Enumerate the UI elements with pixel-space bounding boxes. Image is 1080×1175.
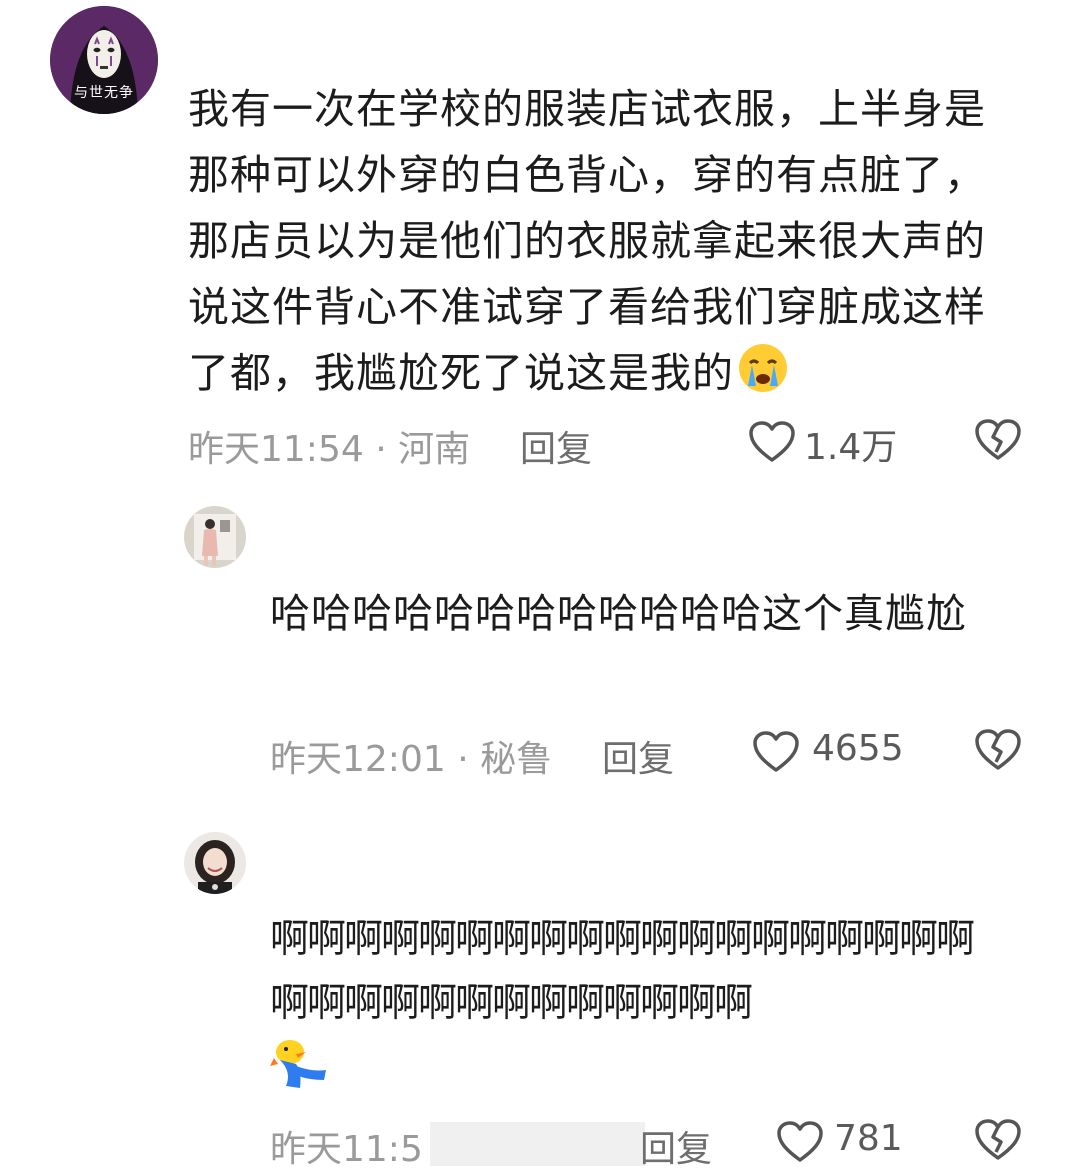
- broken-heart-icon: [974, 418, 1022, 462]
- reply-text: 啊啊啊啊啊啊啊啊啊啊啊啊啊啊啊啊啊啊啊啊啊啊啊啊啊啊啊啊啊啊啊啊: [270, 908, 1000, 1036]
- broken-heart-icon: [974, 1118, 1022, 1162]
- reply-text: 哈哈哈哈哈哈哈哈哈哈哈哈这个真尴尬: [270, 591, 967, 637]
- reply-button[interactable]: 回复: [602, 730, 674, 782]
- like-count: 4655: [812, 728, 904, 769]
- user-photo-avatar-image: [184, 832, 246, 894]
- reply-button[interactable]: 回复: [520, 420, 592, 472]
- reply-button[interactable]: 回复: [640, 1120, 712, 1172]
- comment-time: 昨天12:01: [270, 739, 446, 780]
- comment-meta: 昨天11:5: [270, 1120, 423, 1172]
- reply-text-body: 啊啊啊啊啊啊啊啊啊啊啊啊啊啊啊啊啊啊啊啊啊啊啊啊啊啊啊啊啊啊啊啊: [270, 917, 975, 1026]
- like-count: 1.4万: [804, 427, 898, 468]
- avatar[interactable]: [184, 506, 246, 568]
- dislike-button[interactable]: [974, 728, 1022, 772]
- comment-text: 我有一次在学校的服装店试衣服，上半身是那种可以外穿的白色背心，穿的有点脏了，那店…: [188, 76, 1018, 412]
- heart-outline-icon: [776, 1120, 824, 1164]
- comment-text-body: 我有一次在学校的服装店试衣服，上半身是那种可以外穿的白色背心，穿的有点脏了，那店…: [188, 85, 986, 397]
- heart-outline-icon: [752, 730, 800, 774]
- meta-separator: ·: [457, 739, 469, 780]
- heart-outline-icon: [748, 420, 796, 464]
- avatar[interactable]: 与世无争: [50, 6, 158, 114]
- like-button[interactable]: 1.4万: [748, 416, 898, 468]
- watermark-overlay: [430, 1122, 645, 1166]
- comment-location: 河南: [398, 429, 471, 470]
- avatar[interactable]: [184, 832, 246, 894]
- like-button[interactable]: 4655: [752, 726, 912, 778]
- like-button[interactable]: 781: [776, 1116, 916, 1168]
- broken-heart-icon: [974, 728, 1022, 772]
- like-count: 781: [834, 1118, 903, 1159]
- comment-location: 秘鲁: [480, 739, 553, 780]
- comment-meta: 昨天11:54 · 河南: [188, 420, 470, 472]
- avatar-badge-text: 与世无争: [74, 85, 134, 101]
- crying-face-icon: [734, 341, 792, 412]
- dislike-button[interactable]: [974, 1118, 1022, 1162]
- user-photo-avatar-image: [184, 506, 246, 568]
- comment-time: 昨天11:54: [188, 429, 364, 470]
- comment-time: 昨天11:5: [270, 1129, 423, 1170]
- dislike-button[interactable]: [974, 418, 1022, 462]
- meta-separator: ·: [375, 429, 387, 470]
- comment-meta: 昨天12:01 · 秘鲁: [270, 730, 552, 782]
- falling-duck-sticker-icon: [266, 1036, 332, 1096]
